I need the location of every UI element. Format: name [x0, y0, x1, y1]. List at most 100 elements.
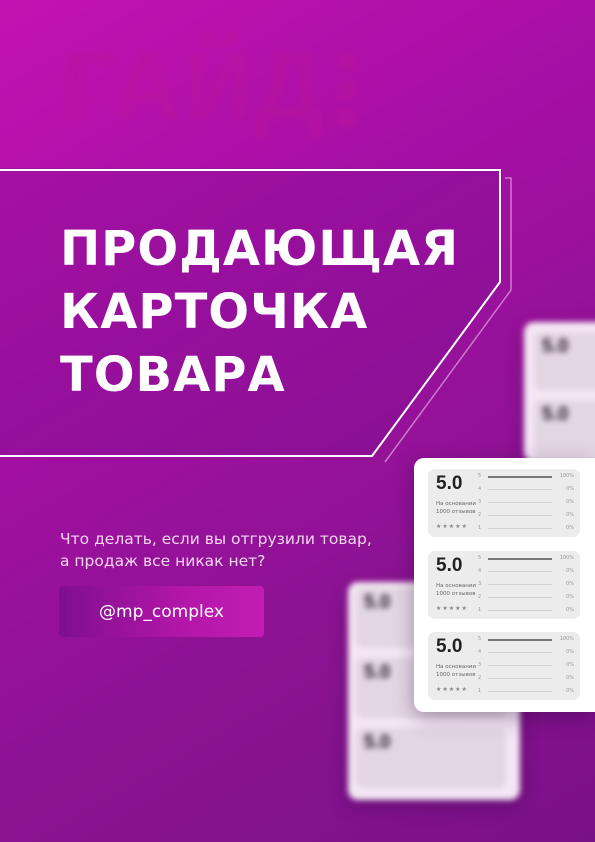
rating-row-percent: 0% [566, 594, 574, 600]
rating-row: 3 0% [478, 662, 574, 675]
rating-row-percent: 0% [566, 512, 574, 518]
rating-note: На основании 1000 отзывов [436, 582, 476, 598]
rating-row-percent: 100% [559, 636, 574, 642]
review-panel-blurred-right: 5.0 5.0 [524, 322, 595, 462]
rating-row-percent: 0% [566, 486, 574, 492]
review-card: 5.0 [356, 728, 506, 788]
rating-score: 5.0 [436, 636, 463, 657]
rating-row-star: 4 [478, 486, 482, 492]
rating-row-star: 3 [478, 662, 482, 668]
rating-row-star: 5 [478, 555, 482, 561]
subtitle-line: а продаж все никак нет? [60, 552, 266, 570]
rating-note-line: 1000 отзывов [436, 672, 476, 678]
rating-row-bar [488, 638, 552, 641]
rating-row-bar [488, 502, 552, 503]
rating-row-percent: 0% [566, 499, 574, 505]
title-line: ПРОДАЮЩАЯ [60, 221, 460, 277]
rating-row-star: 4 [478, 568, 482, 574]
rating-row: 1 0% [478, 607, 574, 620]
rating-note: На основании 1000 отзывов [436, 500, 476, 516]
rating-row-star: 2 [478, 594, 482, 600]
rating-row-bar [488, 652, 552, 653]
rating-row: 4 0% [478, 486, 574, 499]
rating-row-percent: 0% [566, 662, 574, 668]
stars-icon: ★★★★★ [436, 605, 468, 612]
rating-score: 5.0 [436, 555, 463, 576]
rating-note-line: На основании [436, 664, 476, 670]
rating-row-star: 1 [478, 688, 482, 694]
rating-row: 3 0% [478, 499, 574, 512]
dots-decoration [336, 52, 360, 136]
rating-row: 2 0% [478, 675, 574, 688]
rating-distribution: 5 100% 4 0% 3 0% 2 0% 1 0% [478, 473, 574, 538]
rating-row-star: 5 [478, 636, 482, 642]
rating-row-percent: 0% [566, 649, 574, 655]
rating-row: 1 0% [478, 688, 574, 701]
review-panel: 5.0 На основании 1000 отзывов ★★★★★ 5 10… [414, 458, 595, 712]
rating-row-percent: 0% [566, 568, 574, 574]
rating-row-percent: 100% [559, 473, 574, 479]
rating-note-line: На основании [436, 583, 476, 589]
rating-note-line: 1000 отзывов [436, 509, 476, 515]
rating-row-percent: 0% [566, 607, 574, 613]
title-line: КАРТОЧКА [60, 284, 369, 340]
review-card: 5.0 [534, 400, 595, 458]
rating-row-star: 4 [478, 649, 482, 655]
rating-row-bar [488, 528, 552, 529]
review-card: 5.0 На основании 1000 отзывов ★★★★★ 5 10… [428, 632, 580, 700]
rating-row-percent: 100% [559, 555, 574, 561]
rating-row-star: 2 [478, 512, 482, 518]
rating-score: 5.0 [436, 473, 463, 494]
rating-score: 5.0 [364, 732, 391, 753]
page-title: ПРОДАЮЩАЯ КАРТОЧКА ТОВАРА [60, 218, 459, 407]
rating-row-percent: 0% [566, 581, 574, 587]
rating-row-bar [488, 489, 552, 490]
rating-row: 2 0% [478, 594, 574, 607]
title-line: ТОВАРА [60, 347, 286, 403]
rating-score: 5.0 [542, 336, 569, 357]
rating-row-bar [488, 610, 552, 611]
rating-row: 5 100% [478, 636, 574, 649]
rating-row: 5 100% [478, 473, 574, 486]
rating-row-bar [488, 584, 552, 585]
rating-score: 5.0 [542, 404, 569, 425]
rating-row-percent: 0% [566, 525, 574, 531]
rating-row: 4 0% [478, 568, 574, 581]
rating-row-bar [488, 691, 552, 692]
background-word: ГАЙД [62, 33, 326, 140]
rating-row-percent: 0% [566, 675, 574, 681]
review-card: 5.0 На основании 1000 отзывов ★★★★★ 5 10… [428, 551, 580, 619]
rating-row-bar [488, 475, 552, 478]
rating-row-bar [488, 557, 552, 560]
rating-row-bar [488, 597, 552, 598]
rating-row-bar [488, 571, 552, 572]
rating-row: 1 0% [478, 525, 574, 538]
handle-button[interactable]: @mp_complex [59, 586, 264, 637]
subtitle-line: Что делать, если вы отгрузили товар, [60, 530, 372, 548]
rating-row-star: 3 [478, 581, 482, 587]
rating-row: 4 0% [478, 649, 574, 662]
rating-row-star: 1 [478, 525, 482, 531]
rating-row: 2 0% [478, 512, 574, 525]
rating-distribution: 5 100% 4 0% 3 0% 2 0% 1 0% [478, 636, 574, 701]
stars-icon: ★★★★★ [436, 686, 468, 693]
rating-note-line: 1000 отзывов [436, 591, 476, 597]
rating-row-star: 2 [478, 675, 482, 681]
review-card: 5.0 На основании 1000 отзывов ★★★★★ 5 10… [428, 469, 580, 537]
rating-row-percent: 0% [566, 688, 574, 694]
rating-row-star: 1 [478, 607, 482, 613]
rating-score: 5.0 [364, 592, 391, 613]
rating-distribution: 5 100% 4 0% 3 0% 2 0% 1 0% [478, 555, 574, 620]
rating-note-line: На основании [436, 501, 476, 507]
rating-note: На основании 1000 отзывов [436, 663, 476, 679]
rating-row-star: 5 [478, 473, 482, 479]
subtitle: Что делать, если вы отгрузили товар, а п… [60, 528, 400, 572]
rating-row-bar [488, 678, 552, 679]
rating-row: 3 0% [478, 581, 574, 594]
rating-row-bar [488, 665, 552, 666]
rating-row-bar [488, 515, 552, 516]
stars-icon: ★★★★★ [436, 523, 468, 530]
rating-row: 5 100% [478, 555, 574, 568]
rating-row-star: 3 [478, 499, 482, 505]
rating-score: 5.0 [364, 662, 391, 683]
